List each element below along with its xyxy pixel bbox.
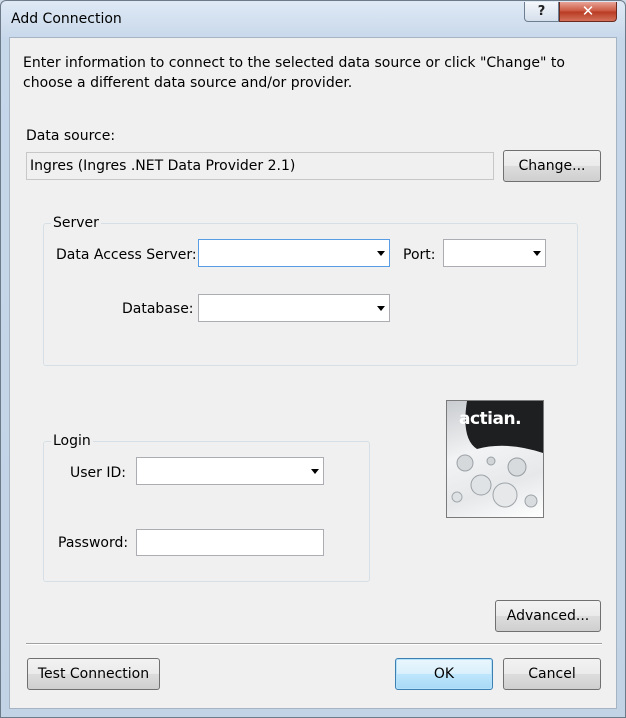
close-icon: ✕ (581, 2, 595, 20)
port-label: Port: (403, 247, 436, 263)
intro-text: Enter information to connect to the sele… (23, 55, 565, 91)
chevron-down-icon (533, 251, 541, 256)
dialog-window: Add Connection ? ✕ Enter information to … (0, 0, 626, 718)
database-combo[interactable] (198, 294, 390, 322)
actian-logo: actian. (446, 400, 544, 518)
database-label: Database: (122, 301, 194, 317)
data-source-label: Data source: (26, 128, 116, 144)
actian-logo-text: actian. (459, 409, 522, 429)
chevron-down-icon (311, 469, 319, 474)
chevron-down-icon (377, 306, 385, 311)
data-access-server-label: Data Access Server: (56, 247, 197, 263)
close-button[interactable]: ✕ (559, 2, 617, 22)
chevron-down-icon (377, 251, 385, 256)
dialog-body: Enter information to connect to the sele… (9, 37, 617, 709)
separator (26, 643, 602, 645)
data-source-field: Ingres (Ingres .NET Data Provider 2.1) (26, 152, 494, 180)
help-button[interactable]: ? (524, 2, 559, 22)
server-group-title: Server (51, 215, 101, 231)
user-id-label: User ID: (70, 465, 126, 481)
port-combo[interactable] (443, 239, 546, 267)
test-connection-button[interactable]: Test Connection (27, 658, 160, 690)
data-access-server-combo[interactable] (198, 239, 390, 267)
ok-button[interactable]: OK (395, 658, 493, 690)
user-id-combo[interactable] (136, 457, 324, 485)
help-icon: ? (537, 4, 546, 19)
change-button[interactable]: Change... (503, 150, 601, 182)
window-title: Add Connection (11, 11, 122, 27)
password-label: Password: (58, 535, 129, 551)
cancel-button[interactable]: Cancel (503, 658, 601, 690)
advanced-button[interactable]: Advanced... (495, 600, 601, 632)
login-group-title: Login (51, 433, 93, 449)
password-field[interactable] (136, 529, 324, 556)
data-source-value: Ingres (Ingres .NET Data Provider 2.1) (30, 158, 296, 174)
title-bar[interactable]: Add Connection ? ✕ (1, 1, 625, 37)
